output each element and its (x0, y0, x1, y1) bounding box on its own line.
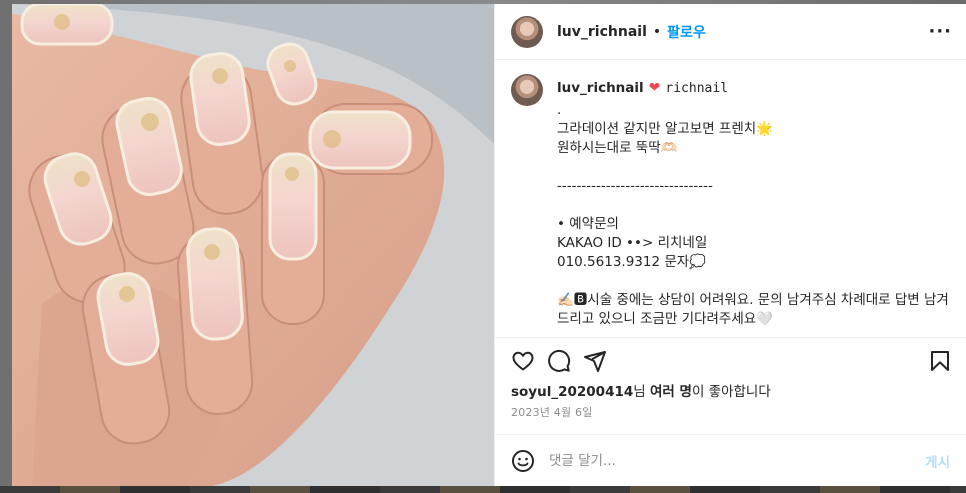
caption-header: luv_richnail ❤ richnail (557, 79, 950, 98)
bookmark-icon (931, 350, 949, 371)
comment-icon (548, 349, 571, 372)
comment-button[interactable] (545, 347, 573, 375)
caption-line (557, 329, 950, 337)
header-separator: • (652, 23, 662, 40)
comment-bar: 게시 (495, 434, 966, 486)
post-side-panel: luv_richnail • 팔로우 ··· luv_richnail ❤ ri… (494, 4, 966, 486)
caption-tag: richnail (665, 81, 729, 96)
share-button[interactable] (581, 347, 609, 375)
caption-line: -------------------------------- (557, 178, 713, 194)
caption-line (557, 158, 950, 177)
action-bar (495, 337, 966, 383)
post-modal: luv_richnail • 팔로우 ··· luv_richnail ❤ ri… (12, 4, 966, 486)
caption-line: KAKAO ID ••> 리치네일 (557, 235, 708, 251)
emoji-icon[interactable] (511, 449, 535, 473)
caption-area[interactable]: luv_richnail ❤ richnail . 그라데이션 같지만 알고보면 … (495, 60, 966, 337)
nail-photo-illustration (12, 4, 494, 486)
post-photo[interactable] (12, 4, 494, 486)
caption-username[interactable]: luv_richnail (557, 79, 644, 98)
more-options-icon[interactable]: ··· (928, 21, 952, 42)
caption-line: ✍🏻🅱시술 중에는 상담이 어려워요. 문의 남겨주심 차례대로 답변 남겨드리… (557, 292, 949, 327)
author-username[interactable]: luv_richnail (557, 24, 647, 40)
likes-others-link[interactable]: 여러 명 (650, 384, 692, 400)
like-button[interactable] (509, 347, 537, 375)
caption-line: 010.5613.9312 문자💭 (557, 254, 707, 270)
likes-summary: soyul_20200414님 여러 명이 좋아합니다 (495, 383, 966, 401)
save-button[interactable] (926, 347, 954, 375)
author-avatar[interactable] (511, 15, 543, 48)
liker-username[interactable]: soyul_20200414 (511, 384, 633, 400)
caption-line: 원하시는대로 뚝딱🫶🏻 (557, 140, 678, 156)
post-comment-button[interactable]: 게시 (925, 451, 950, 471)
caption-line: 그라데이션 같지만 알고보면 프렌치🌟 (557, 121, 773, 137)
follow-button[interactable]: 팔로우 (667, 22, 706, 42)
caption-line: . (557, 102, 562, 118)
likes-suffix-2: 이 좋아합니다 (691, 384, 771, 400)
heart-icon (512, 351, 534, 370)
caption-text: . 그라데이션 같지만 알고보면 프렌치🌟 원하시는대로 뚝딱🫶🏻 ---------… (557, 101, 950, 337)
caption-line (557, 196, 950, 215)
caption-avatar[interactable] (511, 74, 543, 106)
caption-body: luv_richnail ❤ richnail . 그라데이션 같지만 알고보면 … (557, 74, 950, 337)
share-icon (584, 350, 606, 372)
post-header: luv_richnail • 팔로우 ··· (495, 4, 966, 60)
backdrop-strip (0, 486, 966, 493)
caption-line: • 예약문의 (557, 216, 619, 232)
likes-suffix-1: 님 (633, 384, 650, 400)
post-date[interactable]: 2023년 4월 6일 (495, 401, 966, 420)
comment-input[interactable] (549, 452, 926, 469)
red-heart-icon: ❤ (648, 80, 661, 96)
caption-line (557, 272, 950, 291)
